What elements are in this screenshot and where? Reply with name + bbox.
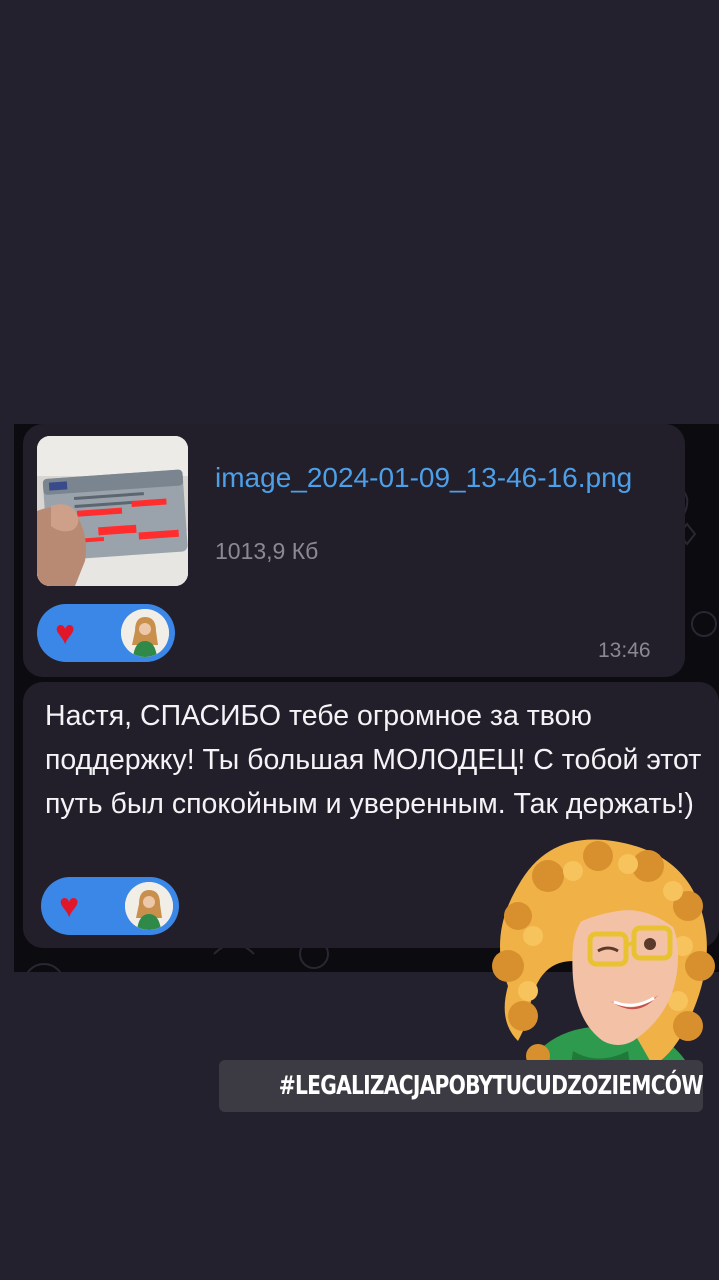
avatar xyxy=(121,609,169,657)
avatar xyxy=(125,882,173,930)
image-thumbnail[interactable] xyxy=(37,436,188,586)
heart-icon: ♥ xyxy=(59,887,80,925)
heart-reaction-button[interactable]: ♥ xyxy=(37,604,175,662)
hashtag-text: #LEGALIZACJAPOBYTUCUDZOZIEMCÓW xyxy=(278,1071,704,1101)
message-time: 13:46 xyxy=(598,639,651,662)
heart-icon: ♥ xyxy=(55,614,76,652)
message-text: Настя, СПАСИБО тебе огромное за твою под… xyxy=(45,700,702,820)
file-size: 1013,9 Кб xyxy=(215,538,319,564)
file-name-link[interactable]: image_2024-01-09_13-46-16.png xyxy=(215,458,675,498)
file-message-bubble[interactable]: image_2024-01-09_13-46-16.png 1013,9 Кб … xyxy=(23,424,685,677)
hashtag-label: #LEGALIZACJAPOBYTUCUDZOZIEMCÓW xyxy=(219,1060,704,1112)
id-card-photo xyxy=(37,436,188,586)
heart-reaction-button[interactable]: ♥ xyxy=(41,877,179,935)
memoji-sticker xyxy=(492,839,715,1086)
